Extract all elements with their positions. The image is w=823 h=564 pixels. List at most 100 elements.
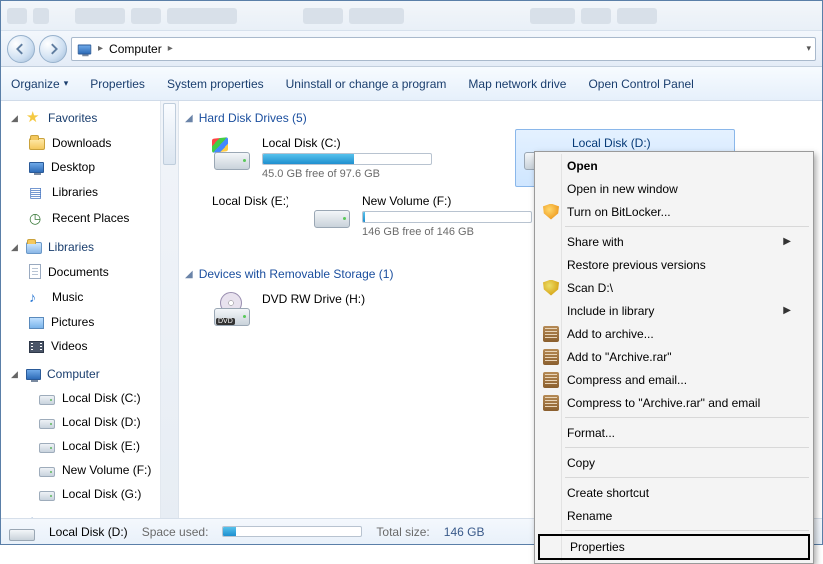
libraries-icon bbox=[26, 242, 42, 254]
ctx-restore-versions[interactable]: Restore previous versions bbox=[537, 253, 811, 276]
sidebar-item-drive-g[interactable]: Local Disk (G:) bbox=[9, 484, 156, 504]
computer-group[interactable]: ◢ Computer bbox=[9, 364, 156, 384]
submenu-arrow-icon: ▶ bbox=[783, 305, 791, 316]
drive-icon bbox=[212, 140, 252, 170]
archive-icon bbox=[542, 371, 560, 389]
ctx-copy[interactable]: Copy bbox=[537, 451, 811, 474]
space-bar bbox=[362, 211, 532, 223]
ctx-properties[interactable]: Properties bbox=[538, 534, 810, 560]
document-icon bbox=[29, 264, 41, 279]
recent-icon: ◷ bbox=[29, 210, 45, 226]
window-titlebar bbox=[1, 1, 822, 31]
ctx-add-archive[interactable]: Add to archive... bbox=[537, 322, 811, 345]
total-size-value: 146 GB bbox=[444, 525, 485, 539]
menu-separator bbox=[565, 417, 809, 418]
picture-icon bbox=[29, 317, 44, 329]
drive-c[interactable]: Local Disk (C:) 45.0 GB free of 97.6 GB bbox=[205, 129, 505, 187]
ctx-open-new-window[interactable]: Open in new window bbox=[537, 177, 811, 200]
sidebar-item-recent[interactable]: ◷Recent Places bbox=[9, 207, 156, 229]
sidebar-item-documents[interactable]: Documents bbox=[9, 261, 156, 282]
system-properties-button[interactable]: System properties bbox=[167, 77, 264, 91]
drive-free-text: 45.0 GB free of 97.6 GB bbox=[262, 168, 498, 180]
drive-icon bbox=[39, 467, 55, 477]
drive-icon bbox=[39, 491, 55, 501]
toolbar: Organize Properties System properties Un… bbox=[1, 67, 822, 101]
space-bar bbox=[262, 153, 432, 165]
back-button[interactable] bbox=[7, 35, 35, 63]
collapse-icon: ◢ bbox=[185, 269, 193, 280]
drive-icon bbox=[39, 419, 55, 429]
sidebar-scrollbar[interactable] bbox=[161, 101, 179, 520]
drive-title: Local Disk (E:) bbox=[212, 194, 288, 208]
navigation-pane: ◢ ★ Favorites Downloads Desktop ▤Librari… bbox=[1, 101, 161, 520]
sidebar-item-music[interactable]: ♪Music bbox=[9, 286, 156, 308]
drive-e[interactable]: Local Disk (E:) bbox=[205, 187, 295, 257]
ctx-add-rar[interactable]: Add to "Archive.rar" bbox=[537, 345, 811, 368]
forward-button[interactable] bbox=[39, 35, 67, 63]
drive-dvd[interactable]: DVD DVD RW Drive (H:) bbox=[205, 285, 505, 333]
nav-row: ▸ Computer ▸ ▾ bbox=[1, 31, 822, 67]
shield-icon bbox=[542, 279, 560, 297]
computer-icon bbox=[26, 369, 41, 380]
music-icon: ♪ bbox=[29, 289, 45, 305]
ctx-open[interactable]: Open bbox=[537, 154, 811, 177]
sidebar-item-drive-c[interactable]: Local Disk (C:) bbox=[9, 388, 156, 408]
sidebar-item-drive-d[interactable]: Local Disk (D:) bbox=[9, 412, 156, 432]
uninstall-button[interactable]: Uninstall or change a program bbox=[286, 77, 447, 91]
favorites-group[interactable]: ◢ ★ Favorites bbox=[9, 107, 156, 129]
ctx-format[interactable]: Format... bbox=[537, 421, 811, 444]
desktop-icon bbox=[29, 162, 44, 173]
ctx-compress-email[interactable]: Compress and email... bbox=[537, 368, 811, 391]
ctx-compress-rar-email[interactable]: Compress to "Archive.rar" and email bbox=[537, 391, 811, 414]
shield-icon bbox=[542, 203, 560, 221]
sidebar-item-libraries[interactable]: ▤Libraries bbox=[9, 181, 156, 203]
address-bar[interactable]: ▸ Computer ▸ ▾ bbox=[71, 37, 816, 61]
control-panel-button[interactable]: Open Control Panel bbox=[588, 77, 693, 91]
drive-icon bbox=[39, 395, 55, 405]
collapse-icon: ◢ bbox=[11, 369, 20, 380]
menu-separator bbox=[565, 477, 809, 478]
properties-button[interactable]: Properties bbox=[90, 77, 145, 91]
ctx-bitlocker[interactable]: Turn on BitLocker... bbox=[537, 200, 811, 223]
ctx-scan[interactable]: Scan D:\ bbox=[537, 276, 811, 299]
sidebar-item-videos[interactable]: Videos bbox=[9, 336, 156, 356]
sidebar-item-drive-f[interactable]: New Volume (F:) bbox=[9, 460, 156, 480]
star-icon: ★ bbox=[26, 110, 42, 126]
collapse-icon: ◢ bbox=[11, 242, 20, 253]
status-selected: Local Disk (D:) bbox=[49, 525, 128, 539]
space-used-bar bbox=[222, 526, 362, 537]
ctx-include-library[interactable]: Include in library▶ bbox=[537, 299, 811, 322]
breadcrumb-computer[interactable]: Computer bbox=[109, 42, 162, 56]
sidebar-item-desktop[interactable]: Desktop bbox=[9, 157, 156, 177]
collapse-icon: ◢ bbox=[11, 113, 20, 124]
archive-icon bbox=[542, 348, 560, 366]
drive-icon bbox=[9, 523, 35, 541]
archive-icon bbox=[542, 394, 560, 412]
total-size-label: Total size: bbox=[376, 525, 429, 539]
section-hard-disk-drives[interactable]: ◢ Hard Disk Drives (5) bbox=[185, 107, 822, 129]
sidebar-item-downloads[interactable]: Downloads bbox=[9, 133, 156, 153]
ctx-share-with[interactable]: Share with▶ bbox=[537, 230, 811, 253]
archive-icon bbox=[542, 325, 560, 343]
map-drive-button[interactable]: Map network drive bbox=[468, 77, 566, 91]
context-menu: Open Open in new window Turn on BitLocke… bbox=[534, 151, 814, 564]
chevron-right-icon: ▸ bbox=[168, 43, 173, 54]
ctx-create-shortcut[interactable]: Create shortcut bbox=[537, 481, 811, 504]
libraries-group[interactable]: ◢ Libraries bbox=[9, 237, 156, 257]
organize-menu[interactable]: Organize bbox=[11, 77, 68, 91]
space-used-label: Space used: bbox=[142, 525, 209, 539]
chevron-right-icon: ▸ bbox=[98, 43, 103, 54]
drive-title: Local Disk (D:) bbox=[572, 136, 728, 150]
submenu-arrow-icon: ▶ bbox=[783, 236, 791, 247]
address-dropdown-icon[interactable]: ▾ bbox=[806, 43, 811, 54]
collapse-icon: ◢ bbox=[185, 113, 193, 124]
ctx-rename[interactable]: Rename bbox=[537, 504, 811, 527]
folder-icon bbox=[29, 138, 45, 150]
drive-icon bbox=[39, 443, 55, 453]
drive-title: DVD RW Drive (H:) bbox=[262, 292, 498, 306]
sidebar-item-pictures[interactable]: Pictures bbox=[9, 312, 156, 332]
drive-title: Local Disk (C:) bbox=[262, 136, 498, 150]
video-icon bbox=[29, 341, 44, 353]
menu-separator bbox=[565, 226, 809, 227]
sidebar-item-drive-e[interactable]: Local Disk (E:) bbox=[9, 436, 156, 456]
